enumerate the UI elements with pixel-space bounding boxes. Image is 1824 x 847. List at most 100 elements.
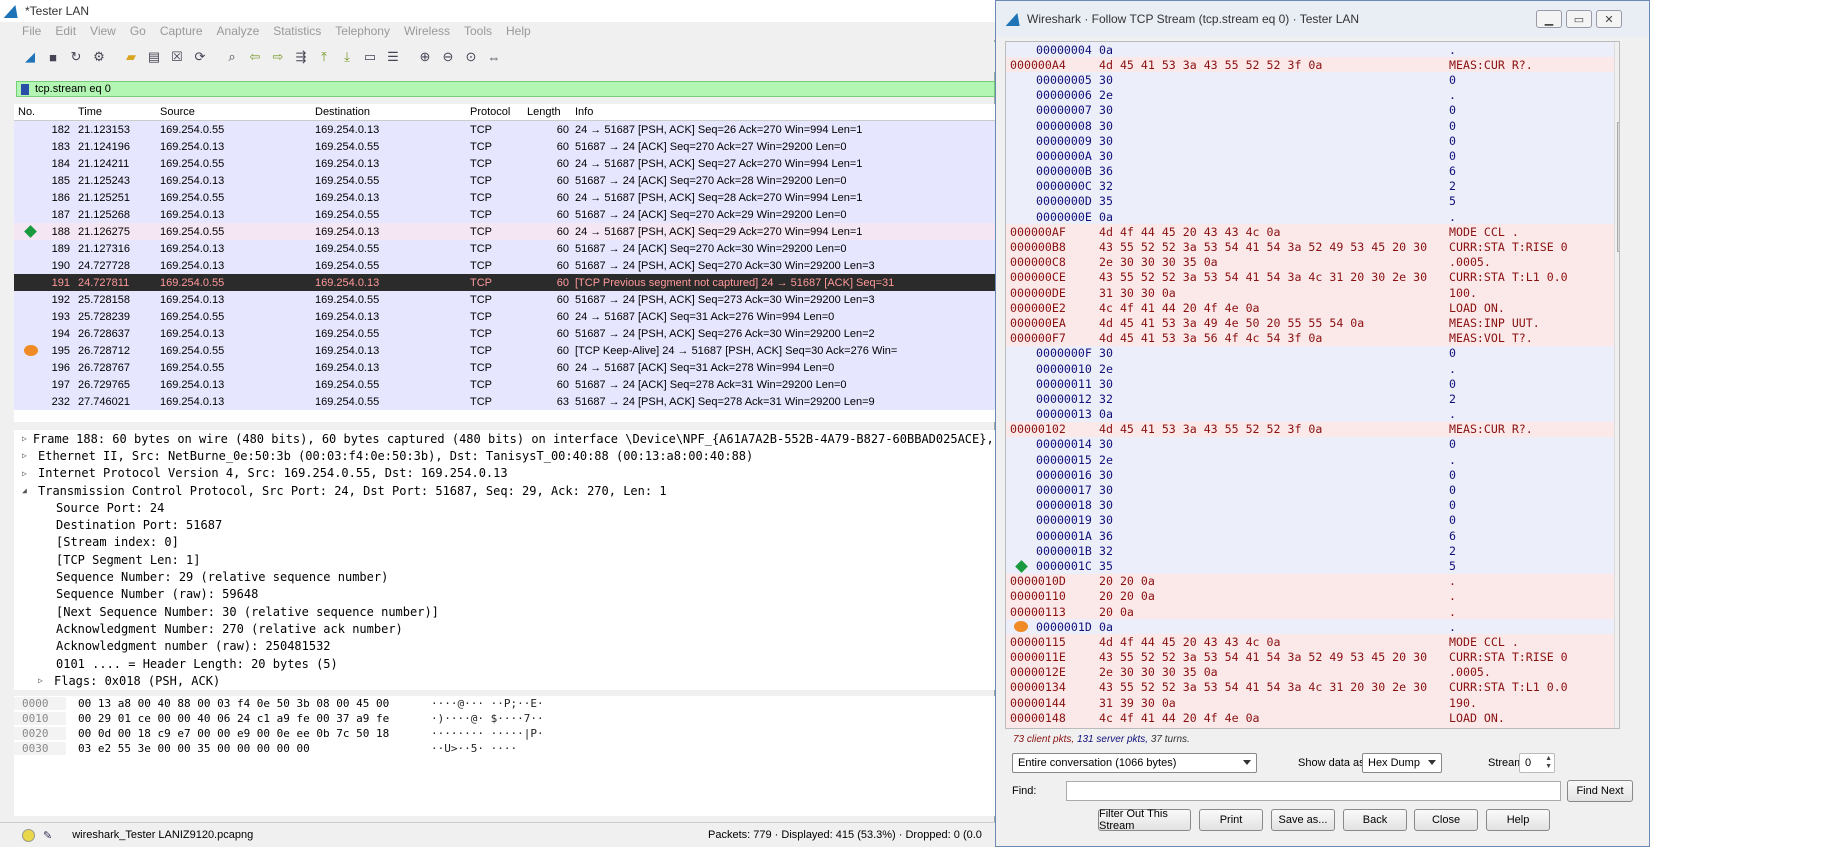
open-file-icon[interactable]: ▰ — [121, 47, 141, 67]
bytes-row[interactable]: 0010 00 29 01 ce 00 00 40 06 24 c1 a9 fe … — [14, 711, 995, 726]
detail-tree-item[interactable]: 0101 .... = Header Length: 20 bytes (5) — [14, 655, 995, 672]
column-header-no[interactable]: No. — [14, 106, 74, 118]
go-to-packet-icon[interactable]: ⇶ — [291, 47, 311, 67]
expert-info-icon[interactable] — [22, 828, 35, 842]
detail-tree-item[interactable]: [Next Sequence Number: 30 (relative sequ… — [14, 603, 995, 620]
help-button[interactable]: Help — [1486, 809, 1550, 831]
stream-scrollbar[interactable]: ▲ ▼ — [1614, 42, 1619, 728]
column-header-protocol[interactable]: Protocol — [470, 106, 527, 118]
detail-tree-item[interactable]: Sequence Number: 29 (relative sequence n… — [14, 568, 995, 585]
find-packet-icon[interactable]: ⌕ — [222, 47, 242, 67]
reload-file-icon[interactable]: ⟳ — [190, 47, 210, 67]
detail-tree-item[interactable]: ▷ Frame 188: 60 bytes on wire (480 bits),… — [14, 430, 995, 447]
scroll-up-icon[interactable]: ▲ — [1615, 42, 1619, 51]
detail-tree-item[interactable]: ▷ Flags: 0x018 (PSH, ACK) — [14, 672, 995, 689]
packet-row[interactable]: 192 25.728158 169.254.0.13 169.254.0.55 TCP 6… — [14, 291, 995, 308]
packet-row[interactable]: 196 26.728767 169.254.0.55 169.254.0.13 TCP 6… — [14, 359, 995, 376]
print-button[interactable]: Print — [1199, 809, 1263, 831]
maximize-button[interactable]: ▭ — [1566, 10, 1592, 28]
bytes-row[interactable]: 0000 00 13 a8 00 40 88 00 03 f4 0e 50 3b … — [14, 696, 995, 711]
menu-statistics[interactable]: Statistics — [273, 24, 321, 38]
detail-tree-item[interactable]: Destination Port: 51687 — [14, 516, 995, 533]
packet-row[interactable]: 182 21.123153 169.254.0.55 169.254.0.13 TCP 6… — [14, 121, 995, 138]
menu-tools[interactable]: Tools — [464, 24, 492, 38]
packet-row[interactable]: 188 21.126275 169.254.0.55 169.254.0.13 TCP 6… — [14, 223, 995, 240]
display-filter-input[interactable]: tcp.stream eq 0 — [16, 81, 995, 97]
capture-comment-icon[interactable]: ✎ — [43, 829, 52, 842]
spin-arrows-icon[interactable]: ▲ ▼ — [1545, 755, 1552, 771]
autoscroll-icon[interactable]: ▭ — [360, 47, 380, 67]
column-header-info[interactable]: Info — [575, 106, 995, 118]
collapsed-arrow-icon[interactable]: ▷ — [22, 434, 27, 443]
packet-row[interactable]: 191 24.727811 169.254.0.55 169.254.0.13 TCP 6… — [14, 274, 995, 291]
packet-row[interactable]: 232 27.746021 169.254.0.13 169.254.0.55 TCP 6… — [14, 393, 995, 410]
column-header-time[interactable]: Time — [74, 106, 160, 118]
collapsed-arrow-icon[interactable]: ▷ — [38, 676, 48, 685]
restart-capture-icon[interactable]: ↻ — [66, 47, 86, 67]
scrollbar-thumb[interactable] — [1617, 122, 1619, 252]
zoom-out-icon[interactable]: ⊖ — [438, 47, 458, 67]
column-header-destination[interactable]: Destination — [315, 106, 470, 118]
minimize-button[interactable]: ▁ — [1536, 10, 1562, 28]
packet-row[interactable]: 185 21.125243 169.254.0.13 169.254.0.55 TCP 6… — [14, 172, 995, 189]
column-header-source[interactable]: Source — [160, 106, 315, 118]
start-capture-icon[interactable]: ◢ — [20, 47, 40, 67]
menu-capture[interactable]: Capture — [160, 24, 203, 38]
packet-row[interactable]: 194 26.728637 169.254.0.13 169.254.0.55 TCP 6… — [14, 325, 995, 342]
stream-content-view[interactable]: 00000004 0a. 000000A4 4d 45 41 53 3a 43 55 … — [1005, 41, 1620, 729]
menu-view[interactable]: View — [90, 24, 116, 38]
go-back-icon[interactable]: ⇦ — [245, 47, 265, 67]
stop-capture-icon[interactable]: ■ — [43, 47, 63, 67]
go-first-icon[interactable]: ⤒ — [314, 47, 334, 67]
resize-columns-icon[interactable]: ⇔ — [484, 47, 504, 67]
packet-row[interactable]: 195 26.728712 169.254.0.55 169.254.0.13 TCP 6… — [14, 342, 995, 359]
detail-tree-item[interactable]: [TCP Segment Len: 1] — [14, 551, 995, 568]
collapsed-arrow-icon[interactable]: ▷ — [22, 469, 32, 478]
back-button[interactable]: Back — [1343, 809, 1407, 831]
packet-row[interactable]: 186 21.125251 169.254.0.55 169.254.0.13 TCP 6… — [14, 189, 995, 206]
detail-tree-item[interactable]: ▷ Internet Protocol Version 4, Src: 169.2… — [14, 465, 995, 482]
collapsed-arrow-icon[interactable]: ▷ — [22, 451, 32, 460]
zoom-in-icon[interactable]: ⊕ — [415, 47, 435, 67]
menu-edit[interactable]: Edit — [55, 24, 76, 38]
save-as-button[interactable]: Save as... — [1271, 809, 1335, 831]
detail-tree-item[interactable]: [Stream index: 0] — [14, 534, 995, 551]
column-header-length[interactable]: Length — [527, 106, 575, 118]
bytes-row[interactable]: 0030 03 e2 55 3e 00 00 35 00 00 00 00 00 ·… — [14, 741, 995, 756]
bytes-row[interactable]: 0020 00 0d 00 18 c9 e7 00 00 e9 00 0e ee … — [14, 726, 995, 741]
find-next-button[interactable]: Find Next — [1567, 780, 1633, 802]
go-last-icon[interactable]: ⤓ — [337, 47, 357, 67]
conversation-select[interactable]: Entire conversation (1066 bytes) — [1012, 753, 1257, 773]
find-input[interactable] — [1066, 781, 1561, 801]
menu-wireless[interactable]: Wireless — [404, 24, 450, 38]
bookmark-icon[interactable] — [21, 83, 29, 95]
colorize-icon[interactable]: ☰ — [383, 47, 403, 67]
packet-row[interactable]: 197 26.729765 169.254.0.13 169.254.0.55 TCP 6… — [14, 376, 995, 393]
packet-row[interactable]: 184 21.124211 169.254.0.55 169.254.0.13 TCP 6… — [14, 155, 995, 172]
menu-help[interactable]: Help — [506, 24, 531, 38]
packet-row[interactable]: 193 25.728239 169.254.0.55 169.254.0.13 TCP 6… — [14, 308, 995, 325]
capture-options-icon[interactable]: ⚙ — [89, 47, 109, 67]
stream-number-spinbox[interactable]: 0 ▲ ▼ — [1519, 753, 1555, 773]
expanded-arrow-icon[interactable]: ◢ — [22, 486, 32, 495]
save-file-icon[interactable]: ▤ — [144, 47, 164, 67]
close-button[interactable]: Close — [1414, 809, 1478, 831]
packet-row[interactable]: 190 24.727728 169.254.0.13 169.254.0.55 TCP 6… — [14, 257, 995, 274]
close-window-button[interactable]: ✕ — [1596, 10, 1622, 28]
menu-go[interactable]: Go — [130, 24, 146, 38]
detail-tree-item[interactable]: Sequence Number (raw): 59648 — [14, 586, 995, 603]
zoom-normal-icon[interactable]: ⊙ — [461, 47, 481, 67]
detail-tree-item[interactable]: ▷ Ethernet II, Src: NetBurne_0e:50:3b (00… — [14, 447, 995, 464]
packet-row[interactable]: 183 21.124196 169.254.0.13 169.254.0.55 TCP 6… — [14, 138, 995, 155]
filter-out-stream-button[interactable]: Filter Out This Stream — [1098, 808, 1191, 832]
go-forward-icon[interactable]: ⇨ — [268, 47, 288, 67]
close-file-icon[interactable]: ☒ — [167, 47, 187, 67]
detail-tree-item[interactable]: ◢ Transmission Control Protocol, Src Port… — [14, 482, 995, 499]
packet-row[interactable]: 187 21.125268 169.254.0.13 169.254.0.55 TCP 6… — [14, 206, 995, 223]
detail-tree-item[interactable]: Source Port: 24 — [14, 499, 995, 516]
scroll-down-icon[interactable]: ▼ — [1615, 721, 1619, 728]
show-data-as-select[interactable]: Hex Dump — [1362, 753, 1442, 773]
menu-telephony[interactable]: Telephony — [335, 24, 390, 38]
menu-analyze[interactable]: Analyze — [217, 24, 260, 38]
menu-file[interactable]: File — [22, 24, 41, 38]
